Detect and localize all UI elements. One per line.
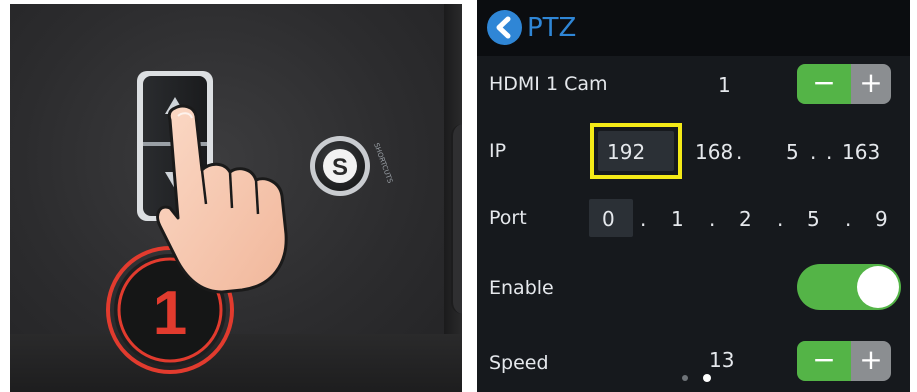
- port-digit4-field[interactable]: 5: [807, 207, 820, 231]
- port-digit3-field[interactable]: 2: [739, 207, 752, 231]
- port-dot: .: [777, 207, 784, 231]
- toggle-knob: [857, 266, 899, 308]
- port-dot: .: [845, 207, 852, 231]
- ip-label: IP: [489, 140, 507, 162]
- page-title: PTZ: [527, 13, 577, 43]
- shortcuts-s-button: S SHORTCUTS: [310, 136, 394, 196]
- speed-value[interactable]: 13: [709, 348, 734, 372]
- ip-octet4-field[interactable]: 163: [842, 140, 880, 164]
- speed-plus-button[interactable]: +: [851, 341, 891, 381]
- page-dot-2-active[interactable]: [703, 374, 711, 382]
- ip-octet3-field[interactable]: 5: [786, 140, 799, 164]
- ip-selection-highlight: [590, 123, 682, 179]
- s-letter: S: [332, 154, 348, 181]
- speed-label: Speed: [489, 352, 549, 374]
- hdmi-cam-label: HDMI 1 Cam: [489, 73, 608, 95]
- chevron-left-icon: [496, 16, 511, 39]
- port-digit1-field[interactable]: 0: [602, 207, 615, 231]
- enable-toggle[interactable]: [797, 264, 901, 310]
- ip-dot: .: [810, 140, 817, 164]
- hdmi-cam-value[interactable]: 1: [718, 73, 731, 97]
- header-bar: PTZ: [477, 0, 910, 56]
- speed-stepper: − +: [797, 341, 891, 381]
- ip-octet2-field[interactable]: 168: [695, 140, 733, 164]
- step-number: 1: [153, 279, 187, 348]
- back-button[interactable]: [487, 10, 522, 45]
- ip-dot: .: [736, 140, 743, 164]
- page-dot-1[interactable]: [682, 375, 688, 381]
- ip-dot: .: [826, 140, 833, 164]
- hdmi-cam-stepper: − +: [797, 64, 891, 104]
- device-photo-art: S SHORTCUTS 1: [106, 71, 394, 374]
- hdmi-cam-plus-button[interactable]: +: [851, 64, 891, 104]
- hdmi-cam-minus-button[interactable]: −: [797, 64, 851, 104]
- ptz-screen: PTZ HDMI 1 Cam 1 − + IP 1 9 2 168 . 5 . 16…: [477, 0, 910, 392]
- speed-minus-button[interactable]: −: [797, 341, 851, 381]
- shortcuts-caption: SHORTCUTS: [372, 142, 394, 185]
- enable-label: Enable: [489, 277, 554, 299]
- port-label: Port: [489, 207, 527, 229]
- device-photo: S SHORTCUTS 1: [10, 4, 462, 392]
- port-digit5-field[interactable]: 9: [875, 207, 888, 231]
- port-dot: .: [640, 207, 647, 231]
- port-dot: .: [709, 207, 716, 231]
- port-digit2-field[interactable]: 1: [671, 207, 684, 231]
